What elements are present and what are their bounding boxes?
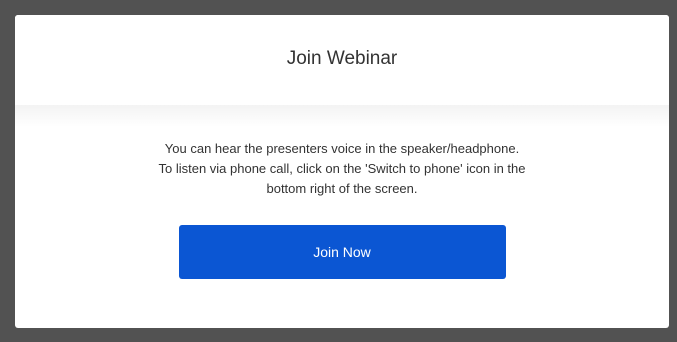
dialog-title: Join Webinar [286,48,398,69]
modal-backdrop: Join Webinar You can hear the presenters… [0,0,677,342]
audio-instructions: You can hear the presenters voice in the… [55,139,629,199]
instruction-line: bottom right of the screen. [266,181,418,196]
instruction-line: You can hear the presenters voice in the… [164,141,520,156]
header-divider [15,105,669,127]
instruction-line: To listen via phone call, click on the '… [158,161,526,176]
dialog-header: Join Webinar [15,15,669,105]
dialog-body: You can hear the presenters voice in the… [15,127,669,279]
join-webinar-dialog: Join Webinar You can hear the presenters… [15,15,669,328]
join-now-button[interactable]: Join Now [178,225,506,279]
